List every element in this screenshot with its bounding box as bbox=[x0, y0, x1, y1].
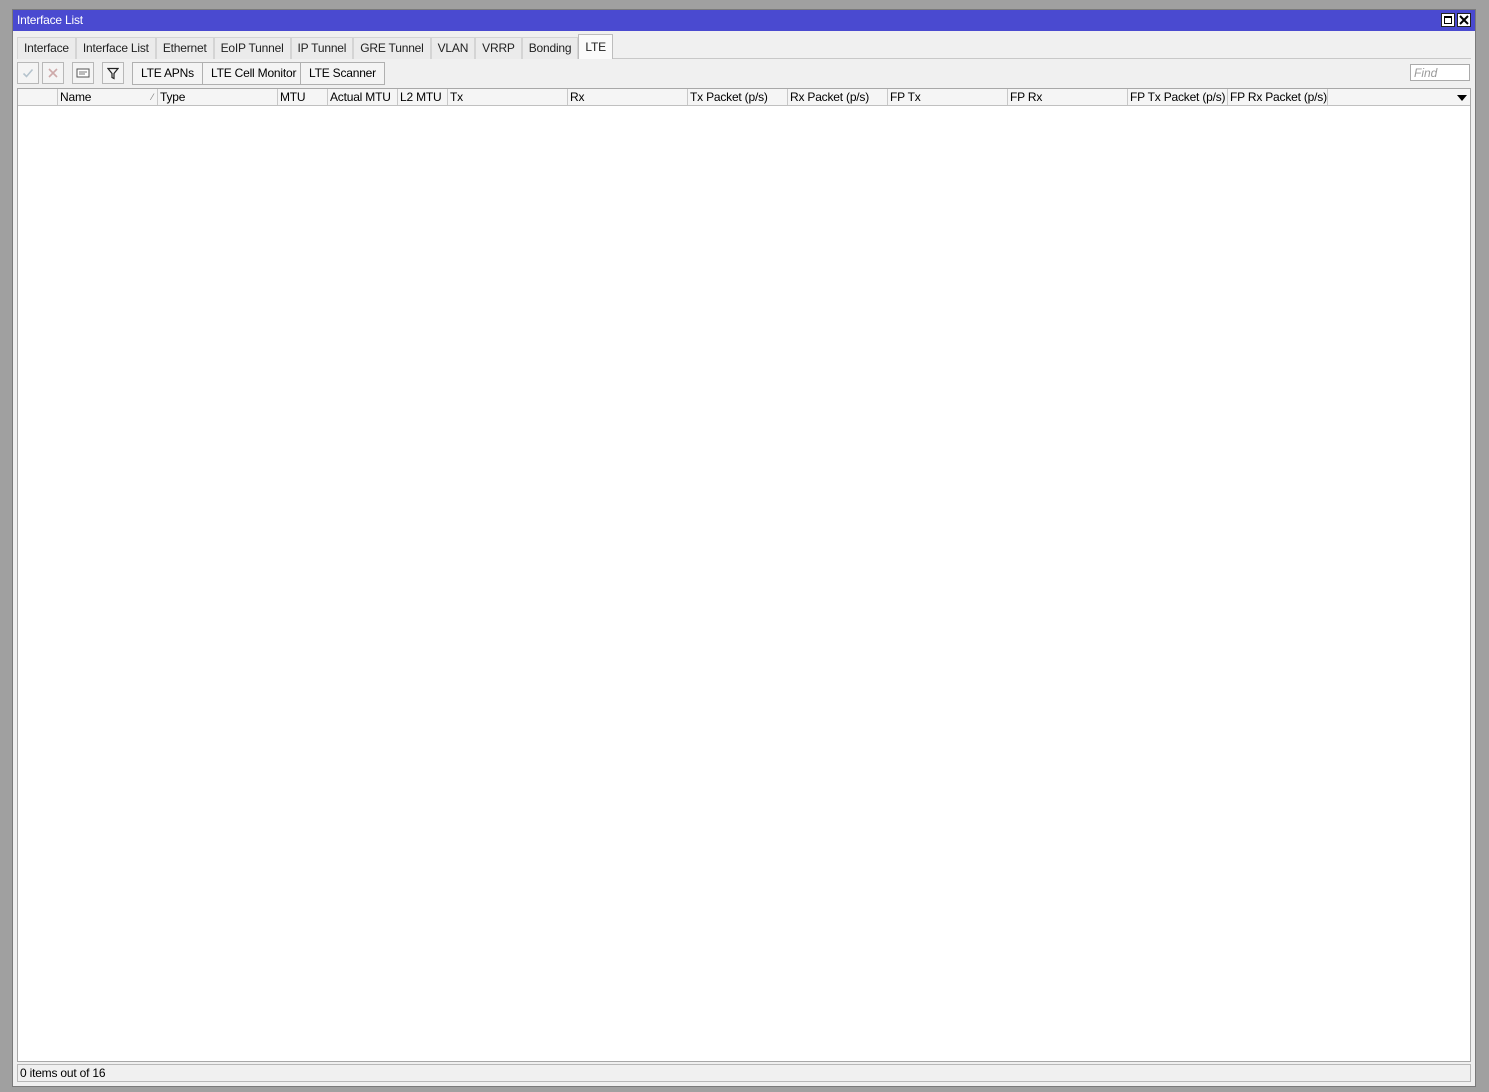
tab-ip-tunnel[interactable]: IP Tunnel bbox=[290, 37, 354, 59]
interface-table: Name ⁄ Type MTU Actual MTU L2 MTU Tx Rx … bbox=[17, 88, 1471, 1062]
toolbar: LTE APNs LTE Cell Monitor LTE Scanner bbox=[17, 61, 1471, 86]
tab-vlan[interactable]: VLAN bbox=[430, 37, 476, 59]
column-header-actual-mtu[interactable]: Actual MTU bbox=[328, 89, 398, 105]
find-input[interactable] bbox=[1410, 64, 1470, 81]
column-header-type[interactable]: Type bbox=[158, 89, 278, 105]
filter-button[interactable] bbox=[102, 62, 124, 84]
interface-list-window: Interface List Interface Interface List … bbox=[12, 9, 1476, 1087]
maximize-icon bbox=[1444, 16, 1452, 24]
lte-scanner-button[interactable]: LTE Scanner bbox=[300, 62, 385, 85]
tab-lte[interactable]: LTE bbox=[578, 34, 613, 59]
column-header-rx-packet[interactable]: Rx Packet (p/s) bbox=[788, 89, 888, 105]
table-header: Name ⁄ Type MTU Actual MTU L2 MTU Tx Rx … bbox=[18, 89, 1470, 106]
column-header-label: Name bbox=[60, 90, 92, 104]
window-title: Interface List bbox=[17, 13, 83, 27]
column-header-tx[interactable]: Tx bbox=[448, 89, 568, 105]
column-header-fp-tx[interactable]: FP Tx bbox=[888, 89, 1008, 105]
column-header-name[interactable]: Name ⁄ bbox=[58, 89, 158, 105]
tab-bar: Interface Interface List Ethernet EoIP T… bbox=[17, 34, 1471, 59]
tab-gre-tunnel[interactable]: GRE Tunnel bbox=[353, 37, 431, 59]
tab-ethernet[interactable]: Ethernet bbox=[155, 37, 214, 59]
table-body[interactable] bbox=[18, 106, 1470, 1061]
column-header-l2-mtu[interactable]: L2 MTU bbox=[398, 89, 448, 105]
enable-button[interactable] bbox=[17, 62, 39, 84]
chevron-down-icon bbox=[1457, 95, 1467, 101]
item-count: 0 items out of 16 bbox=[20, 1066, 106, 1080]
cross-icon bbox=[48, 68, 58, 78]
lte-cell-monitor-button[interactable]: LTE Cell Monitor bbox=[202, 62, 306, 85]
close-button[interactable] bbox=[1457, 13, 1471, 27]
check-icon bbox=[22, 68, 34, 78]
tab-vrrp[interactable]: VRRP bbox=[475, 37, 522, 59]
title-bar[interactable]: Interface List bbox=[13, 10, 1475, 31]
column-header-fp-tx-packet[interactable]: FP Tx Packet (p/s) bbox=[1128, 89, 1228, 105]
tab-bonding[interactable]: Bonding bbox=[521, 37, 579, 59]
column-header-tx-packet[interactable]: Tx Packet (p/s) bbox=[688, 89, 788, 105]
column-header-mtu[interactable]: MTU bbox=[278, 89, 328, 105]
comment-icon bbox=[76, 68, 90, 78]
close-icon bbox=[1459, 15, 1469, 25]
maximize-button[interactable] bbox=[1441, 13, 1455, 27]
tab-interface-list[interactable]: Interface List bbox=[75, 37, 156, 59]
tab-eoip-tunnel[interactable]: EoIP Tunnel bbox=[213, 37, 291, 59]
tab-interface[interactable]: Interface bbox=[17, 37, 76, 59]
column-header-rx[interactable]: Rx bbox=[568, 89, 688, 105]
filter-icon bbox=[107, 67, 119, 79]
status-bar: 0 items out of 16 bbox=[17, 1064, 1471, 1082]
lte-apns-button[interactable]: LTE APNs bbox=[132, 62, 203, 85]
column-header-fp-rx[interactable]: FP Rx bbox=[1008, 89, 1128, 105]
comment-button[interactable] bbox=[72, 62, 94, 84]
disable-button[interactable] bbox=[42, 62, 64, 84]
column-menu-button[interactable] bbox=[1456, 92, 1468, 102]
column-header-fp-rx-packet[interactable]: FP Rx Packet (p/s) bbox=[1228, 89, 1328, 105]
sort-ascending-icon: ⁄ bbox=[151, 92, 154, 102]
column-header-flags[interactable] bbox=[18, 89, 58, 105]
